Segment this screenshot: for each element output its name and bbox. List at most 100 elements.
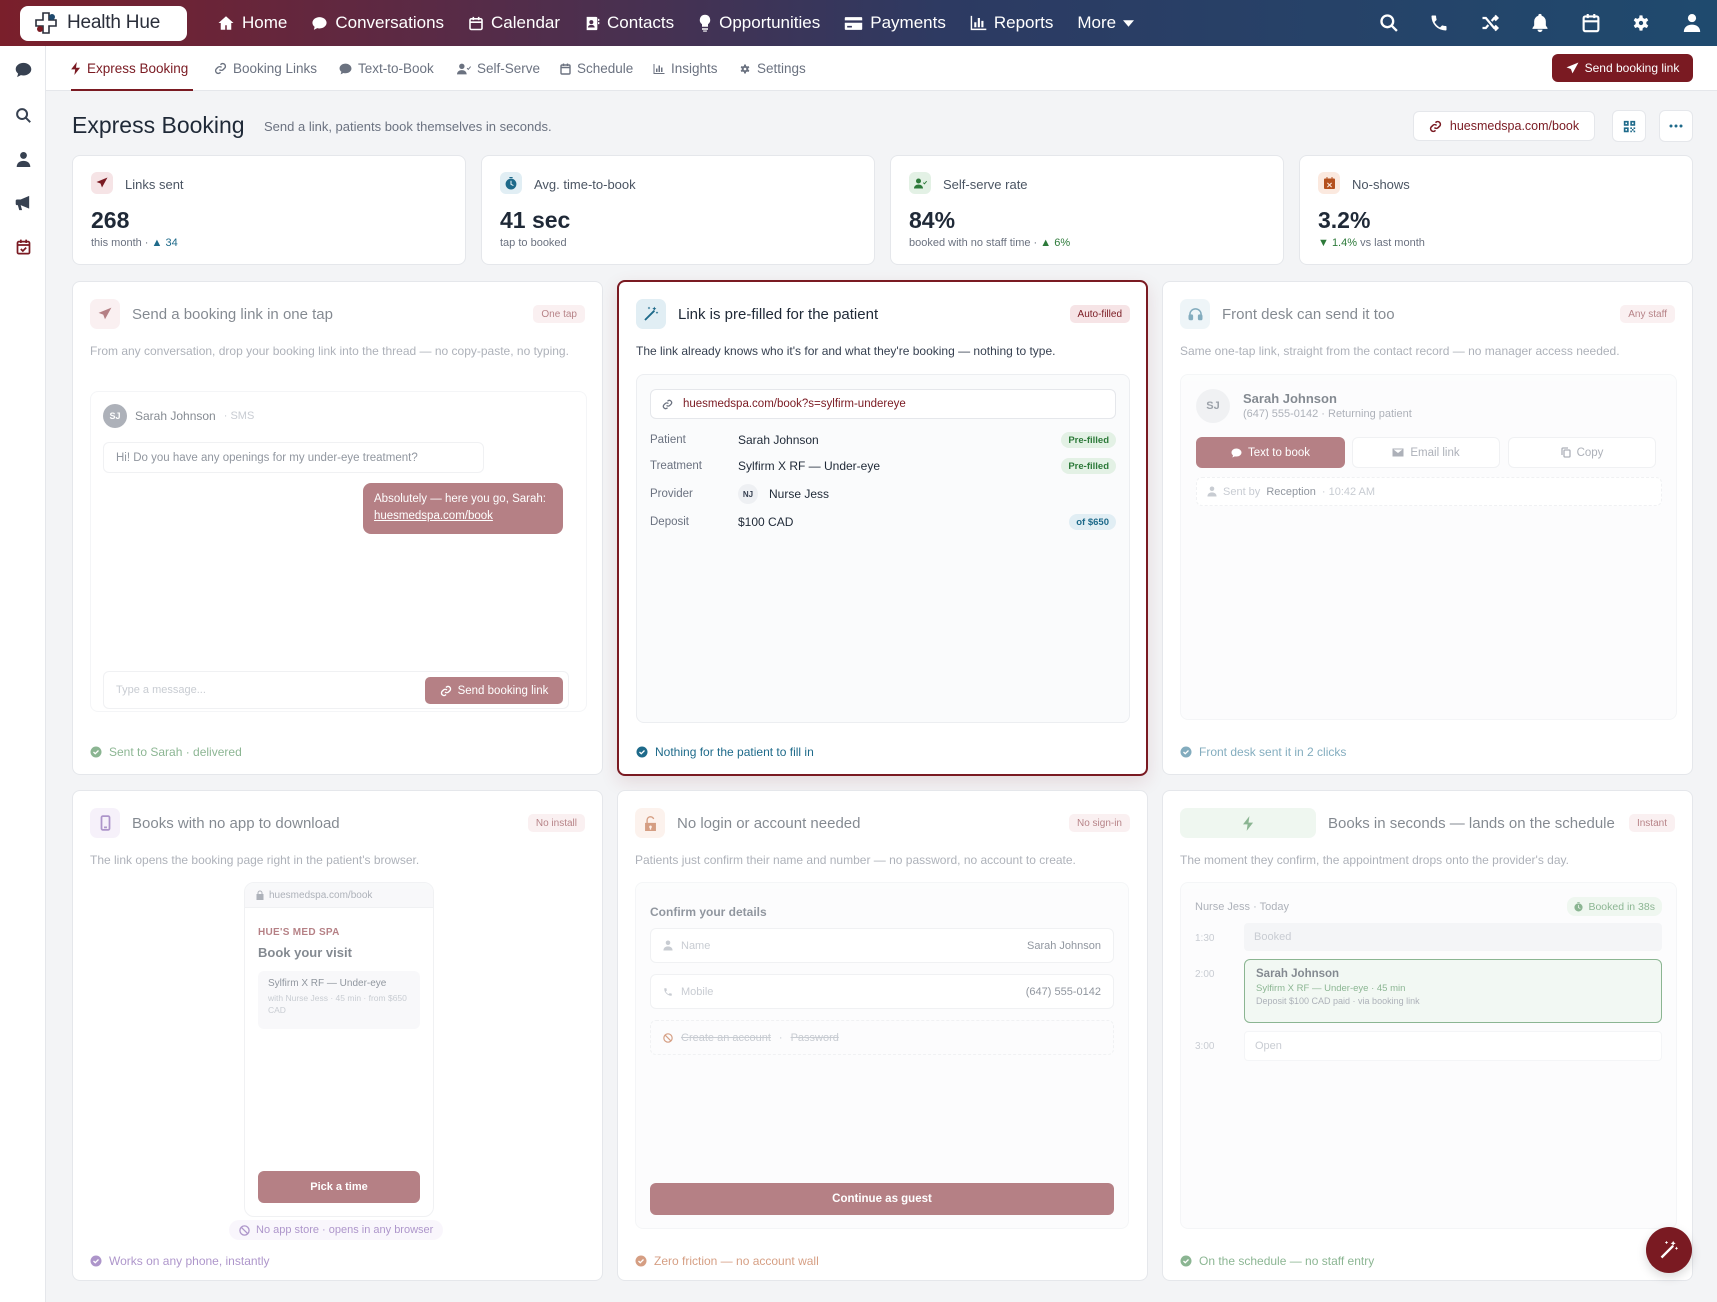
lightbulb-icon (698, 14, 712, 32)
copy-icon (1560, 447, 1571, 458)
shuffle-icon[interactable] (1465, 0, 1516, 46)
card-title: Link is pre-filled for the patient (678, 305, 879, 323)
contact-name: Sarah Johnson (1243, 391, 1337, 406)
qr-code-button[interactable] (1612, 110, 1646, 142)
stat-delta: ▲ 6% (1040, 237, 1071, 249)
no-app-note: No app store · opens in any browser (229, 1220, 444, 1240)
pick-time-button[interactable]: Pick a time (258, 1171, 420, 1203)
chat-icon[interactable] (13, 60, 33, 80)
calendar-icon (468, 15, 484, 32)
phone-icon[interactable] (1414, 0, 1465, 46)
tab-text-to-book[interactable]: Text-to-Book (339, 46, 434, 91)
nav-conversations[interactable]: Conversations (299, 0, 456, 46)
bell-icon[interactable] (1515, 0, 1566, 46)
stat-sub: tap to booked (500, 237, 567, 249)
nav-home[interactable]: Home (205, 0, 299, 46)
nav-opportunities[interactable]: Opportunities (686, 0, 832, 46)
reply-link[interactable]: huesmedspa.com/book (374, 508, 552, 525)
nav-payments[interactable]: Payments (832, 0, 958, 46)
send-booking-link-chat-button[interactable]: Send booking link (425, 677, 563, 704)
mobile-field[interactable]: Mobile (647) 555-0142 (650, 974, 1114, 1009)
booking-url-chip[interactable]: huesmedspa.com/book (1413, 111, 1595, 141)
field-row-treatment: Treatment Sylfirm X RF — Under-eye Pre-f… (650, 456, 1116, 476)
nav-calendar[interactable]: Calendar (456, 0, 572, 46)
nav-more[interactable]: More (1065, 0, 1146, 46)
stat-value: 3.2% (1318, 207, 1371, 233)
card-header: Send a booking link in one tap (90, 299, 333, 329)
phone-icon (663, 987, 673, 997)
ai-assistant-fab[interactable] (1646, 1227, 1692, 1273)
tab-express-booking[interactable]: Express Booking (71, 46, 193, 91)
field-label: Treatment (650, 460, 702, 472)
user-icon[interactable] (13, 149, 33, 169)
card-title: Books in seconds — lands on the schedule (1328, 814, 1615, 832)
stat-label: Links sent (125, 177, 184, 192)
lock-icon (256, 890, 264, 900)
spa-brand: HUE'S MED SPA (258, 927, 340, 938)
card-no-app: Books with no app to download No install… (72, 790, 603, 1281)
gear-icon (739, 63, 751, 75)
tab-schedule-label: Schedule (577, 61, 634, 76)
stat-delta: ▲ 34 (151, 237, 178, 249)
stat-label: No-shows (1352, 177, 1410, 192)
card-badge: Instant (1628, 814, 1675, 832)
card-header: Books with no app to download (90, 808, 340, 838)
nav-contacts[interactable]: Contacts (572, 0, 686, 46)
stopwatch-icon (500, 172, 522, 194)
tab-insights[interactable]: Insights (653, 46, 718, 91)
text-to-book-button[interactable]: Text to book (1196, 437, 1345, 468)
footer-text: Nothing for the patient to fill in (655, 745, 814, 759)
stat-delta: ▼ 1.4% (1318, 237, 1358, 249)
card-front-desk: Front desk can send it too Any staff Sam… (1162, 281, 1693, 775)
mobile-label: Mobile (681, 985, 714, 998)
stat-value: 84% (909, 207, 956, 233)
search-icon[interactable] (13, 105, 33, 125)
more-options-button[interactable] (1659, 110, 1693, 142)
app-logo[interactable]: Health Hue (20, 5, 187, 41)
calendar-icon[interactable] (1566, 0, 1617, 46)
schedule-slot-open[interactable]: Open (1244, 1031, 1662, 1061)
chart-icon (970, 15, 987, 31)
separator: · (778, 1031, 783, 1044)
avatar: SJ (103, 404, 127, 428)
tab-self-serve[interactable]: Self-Serve (457, 46, 540, 91)
calendar-check-icon[interactable] (13, 237, 33, 257)
card-one-tap: Send a booking link in one tap One tap F… (72, 281, 603, 775)
card-badge: Any staff (1620, 305, 1675, 323)
send-booking-link-button[interactable]: Send booking link (1552, 54, 1693, 82)
name-field[interactable]: Name Sarah Johnson (650, 928, 1114, 963)
phone-mockup: huesmedspa.com/book HUE'S MED SPA Book y… (244, 882, 434, 1217)
search-icon[interactable] (1364, 0, 1415, 46)
tab-settings[interactable]: Settings (739, 46, 806, 91)
tab-booking-links[interactable]: Booking Links (214, 46, 317, 91)
tab-schedule[interactable]: Schedule (560, 46, 633, 91)
megaphone-icon[interactable] (13, 193, 33, 213)
continue-as-guest-button[interactable]: Continue as guest (650, 1183, 1114, 1215)
tab-text-to-book-label: Text-to-Book (358, 61, 434, 76)
service-sub: with Nurse Jess · 45 min · from $650 CAD (268, 993, 407, 1015)
prefilled-url[interactable]: huesmedspa.com/book?s=sylfirm-undereye (650, 389, 1116, 419)
stat-no-shows: No-shows 3.2% ▼ 1.4% vs last month (1299, 155, 1693, 265)
nav-home-label: Home (242, 13, 288, 32)
copy-link-button[interactable]: Copy (1508, 437, 1656, 468)
email-link-button[interactable]: Email link (1352, 437, 1500, 468)
gear-icon[interactable] (1616, 0, 1667, 46)
user-check-icon (457, 63, 471, 75)
send-icon (91, 172, 113, 194)
mobile-value: (647) 555-0142 (1025, 985, 1101, 998)
user-icon[interactable] (1667, 0, 1717, 46)
appointment-block[interactable]: Sarah Johnson Sylfirm X RF — Under-eye ·… (1244, 959, 1662, 1023)
bolt-icon (1180, 808, 1316, 838)
card-title: No login or account needed (677, 814, 861, 832)
password-text: Password (790, 1031, 839, 1044)
copy-link-label: Copy (1576, 446, 1604, 459)
schedule-slot-booked: Booked (1244, 923, 1662, 951)
email-link-label: Email link (1410, 446, 1460, 459)
app-name: Health Hue (67, 12, 161, 33)
card-description: The link opens the booking page right in… (90, 853, 420, 867)
link-icon (1429, 120, 1442, 133)
nav-reports[interactable]: Reports (958, 0, 1066, 46)
message-input[interactable]: Type a message... (116, 684, 206, 696)
service-card[interactable]: Sylfirm X RF — Under-eye with Nurse Jess… (258, 971, 420, 1029)
card-title: Send a booking link in one tap (132, 305, 333, 323)
